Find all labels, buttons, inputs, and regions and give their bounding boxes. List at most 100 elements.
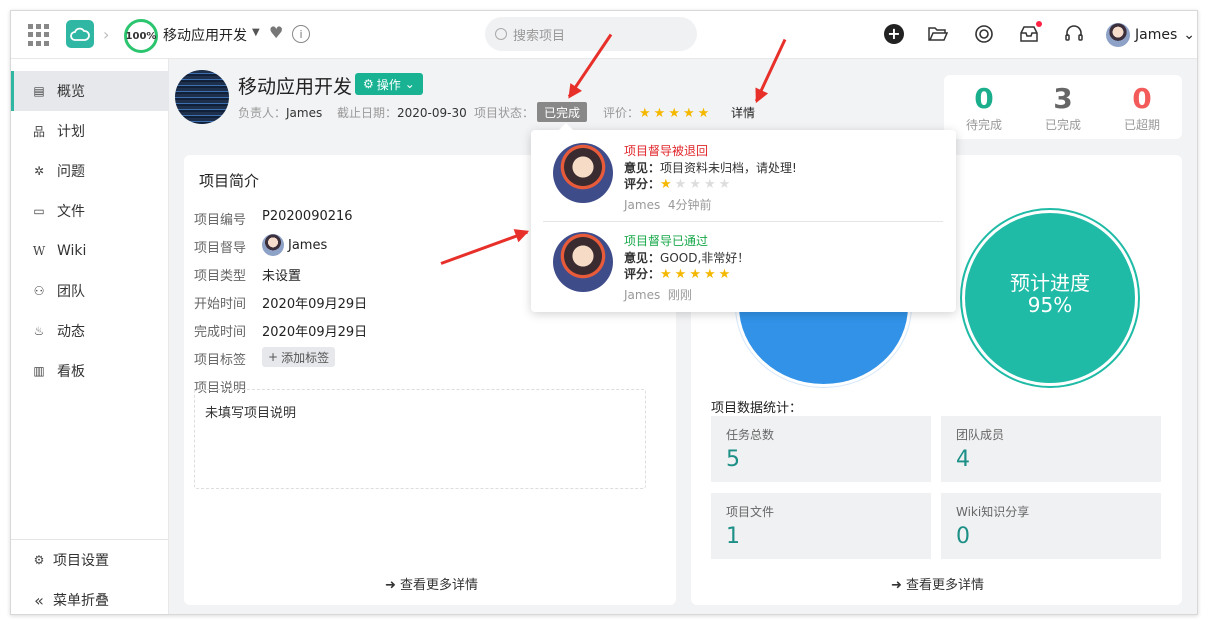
review-meta: James 刚刚 bbox=[624, 288, 692, 302]
code-value: P2020090216 bbox=[262, 209, 353, 224]
status-badge: 已完成 bbox=[537, 102, 588, 122]
avatar bbox=[553, 143, 613, 203]
tile-wiki[interactable]: Wiki知识分享 0 bbox=[941, 493, 1161, 559]
tile-label: 团队成员 bbox=[956, 428, 1005, 442]
plan-icon: 品 bbox=[32, 124, 45, 139]
tile-label: 项目文件 bbox=[726, 505, 775, 519]
stat-value: 3 bbox=[1053, 82, 1073, 115]
sidebar-item-plan[interactable]: 品 计划 bbox=[11, 111, 169, 151]
board-icon: ▥ bbox=[33, 364, 45, 378]
deadline-value: 2020-09-30 bbox=[397, 106, 467, 120]
forecast-progress-text: 预计进度 95% bbox=[962, 272, 1138, 316]
sidebar-item-overview[interactable]: ▤ 概览 bbox=[11, 71, 169, 111]
review-opinion: 意见：GOOD,非常好！ bbox=[624, 251, 750, 265]
code-label: 项目编号 bbox=[194, 213, 247, 228]
headset-icon[interactable] bbox=[1063, 23, 1085, 45]
avatar bbox=[262, 234, 284, 256]
avatar bbox=[1106, 23, 1130, 47]
sidebar-item-team[interactable]: ⚇ 团队 bbox=[11, 271, 169, 311]
project-avatar bbox=[175, 70, 229, 124]
stat-value: 0 bbox=[1132, 82, 1152, 115]
arrow-right-icon: ➜ bbox=[891, 578, 902, 593]
start-label: 开始时间 bbox=[194, 297, 247, 312]
info-icon[interactable]: i bbox=[292, 25, 310, 43]
start-value: 2020年09月29日 bbox=[262, 297, 368, 312]
add-icon[interactable]: + bbox=[884, 24, 904, 44]
end-label: 完成时间 bbox=[194, 325, 247, 340]
search-placeholder: 搜索项目 bbox=[513, 28, 566, 44]
add-tag-button[interactable]: + 添加标签 bbox=[262, 347, 336, 367]
stat-value: 0 bbox=[974, 82, 994, 115]
progress-more-link[interactable]: ➜ 查看更多详情 bbox=[891, 574, 984, 593]
type-value: 未设置 bbox=[262, 269, 302, 284]
sidebar-item-issues[interactable]: ✲ 问题 bbox=[11, 151, 169, 191]
deadline-meta: 截止日期：2020-09-30 bbox=[337, 106, 467, 120]
search-input[interactable]: 搜索项目 bbox=[485, 17, 697, 51]
supervisor-value[interactable]: James bbox=[262, 234, 327, 256]
user-menu[interactable]: James ⌄ bbox=[1106, 23, 1195, 47]
lifebuoy-icon[interactable] bbox=[973, 23, 995, 45]
plus-icon: + bbox=[268, 350, 279, 364]
team-icon: ⚇ bbox=[33, 284, 45, 298]
operations-button[interactable]: ⚙ 操作 ⌄ bbox=[355, 73, 423, 95]
stat-pending[interactable]: 0 待完成 bbox=[944, 82, 1024, 133]
notification-dot bbox=[1036, 21, 1042, 27]
project-settings-button[interactable]: ⚙ 项目设置 bbox=[11, 540, 169, 580]
collapse-menu-button[interactable]: « 菜单折叠 bbox=[11, 580, 169, 614]
sidebar-item-board[interactable]: ▥ 看板 bbox=[11, 351, 169, 391]
top-bar: › 100% 移动应用开发 ▼ ♥ i 搜索项目 + James ⌄ bbox=[11, 11, 1197, 59]
sidebar-item-label: 计划 bbox=[57, 124, 85, 140]
forecast-value: 95% bbox=[1027, 293, 1073, 317]
folder-icon: ▭ bbox=[33, 204, 45, 218]
intro-more-link[interactable]: ➜ 查看更多详情 bbox=[385, 574, 478, 593]
add-tag-label: 添加标签 bbox=[281, 350, 330, 365]
project-switcher-label[interactable]: 移动应用开发 bbox=[163, 25, 247, 45]
search-icon bbox=[495, 28, 507, 40]
sidebar-item-label: 问题 bbox=[57, 164, 85, 180]
tile-tasks[interactable]: 任务总数 5 bbox=[711, 416, 931, 482]
review-meta: James 4分钟前 bbox=[624, 198, 712, 212]
sidebar-item-label: 文件 bbox=[57, 204, 85, 220]
settings-label: 项目设置 bbox=[53, 553, 109, 569]
owner-value: James bbox=[286, 106, 323, 120]
sidebar-item-activity[interactable]: ♨ 动态 bbox=[11, 311, 169, 351]
page-title: 移动应用开发 bbox=[238, 76, 353, 98]
tile-value: 1 bbox=[726, 524, 740, 549]
detail-link[interactable]: 详情 bbox=[731, 104, 755, 121]
double-chevron-left-icon: « bbox=[34, 590, 44, 610]
stats-title: 项目数据统计： bbox=[711, 401, 803, 416]
tile-files[interactable]: 项目文件 1 bbox=[711, 493, 931, 559]
chevron-down-icon: ⌄ bbox=[404, 77, 415, 91]
stat-label: 待完成 bbox=[965, 118, 1002, 132]
tile-members[interactable]: 团队成员 4 bbox=[941, 416, 1161, 482]
sidebar-item-label: 看板 bbox=[57, 364, 85, 380]
cloud-logo-icon[interactable] bbox=[66, 20, 94, 48]
sidebar: ▤ 概览 品 计划 ✲ 问题 ▭ 文件 W Wiki ⚇ 团队 ♨ 动态 ▥ 看 bbox=[11, 59, 169, 614]
intro-title: 项目简介 bbox=[199, 172, 260, 190]
sidebar-item-label: 团队 bbox=[57, 284, 85, 300]
review-score: 评分：★★★★★ bbox=[624, 267, 734, 282]
description-box[interactable]: 未填写项目说明 bbox=[194, 389, 646, 489]
chevron-down-icon: ⌄ bbox=[1183, 27, 1195, 43]
sidebar-item-label: 概览 bbox=[57, 84, 85, 100]
caret-down-icon[interactable]: ▼ bbox=[252, 27, 260, 38]
user-name: James bbox=[1135, 27, 1178, 43]
sidebar-item-label: Wiki bbox=[57, 243, 87, 259]
stat-overdue[interactable]: 0 已超期 bbox=[1102, 82, 1182, 133]
progress-ring: 100% bbox=[124, 19, 158, 53]
sidebar-item-wiki[interactable]: W Wiki bbox=[11, 231, 169, 271]
stat-label: 已完成 bbox=[1044, 118, 1081, 132]
tile-value: 5 bbox=[726, 447, 740, 472]
operations-label: 操作 bbox=[376, 77, 401, 92]
app-grid-icon[interactable] bbox=[27, 24, 49, 46]
gear-icon: ⚙ bbox=[363, 77, 374, 91]
tile-value: 0 bbox=[956, 524, 970, 549]
review-popup: 项目督导被退回 意见：项目资料未归档，请处理! 评分：★★★★★ James 4… bbox=[531, 123, 956, 312]
stat-done[interactable]: 3 已完成 bbox=[1023, 82, 1103, 133]
bug-icon: ✲ bbox=[33, 164, 45, 178]
sidebar-item-files[interactable]: ▭ 文件 bbox=[11, 191, 169, 231]
folder-open-icon[interactable] bbox=[927, 23, 949, 45]
rating-stars: ★★★★★ bbox=[639, 106, 713, 121]
heart-icon[interactable]: ♥ bbox=[269, 23, 283, 42]
type-label: 项目类型 bbox=[194, 269, 247, 284]
